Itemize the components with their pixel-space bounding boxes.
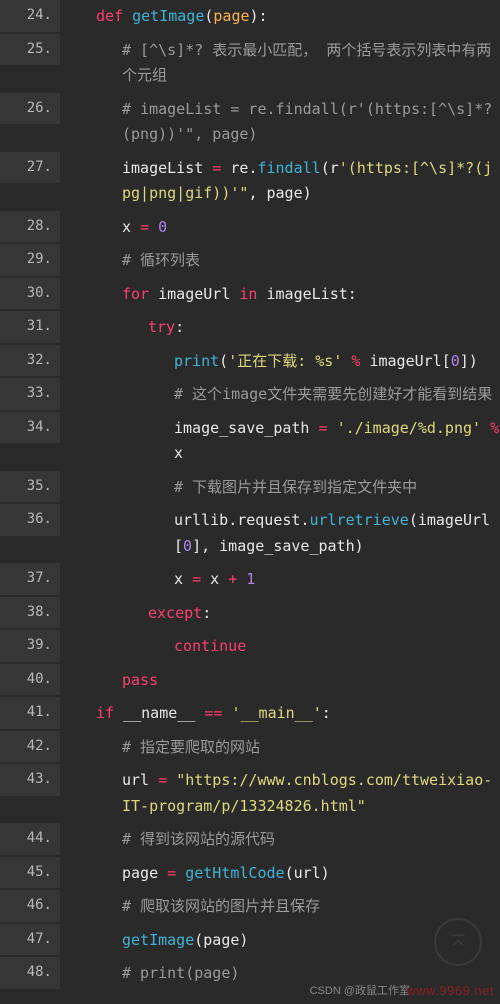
line-content: x = 0: [60, 211, 500, 245]
line-number: 38.: [0, 597, 60, 629]
line-content: # 下载图片并且保存到指定文件夹中: [60, 471, 500, 505]
line-number: 46.: [0, 890, 60, 922]
line-content: except:: [60, 597, 500, 631]
code-line: 44.# 得到该网站的源代码: [0, 823, 500, 857]
line-number: 29.: [0, 244, 60, 276]
code-line: 41.if __name__ == '__main__':: [0, 697, 500, 731]
code-line: 36.urllib.request.urlretrieve(imageUrl[0…: [0, 504, 500, 563]
line-content: page = getHtmlCode(url): [60, 857, 500, 891]
code-line: 46.# 爬取该网站的图片并且保存: [0, 890, 500, 924]
code-editor: 24.def getImage(page):25.# [^\s]*? 表示最小匹…: [0, 0, 500, 991]
code-line: 37.x = x + 1: [0, 563, 500, 597]
line-content: continue: [60, 630, 500, 664]
line-number: 33.: [0, 378, 60, 410]
line-number: 36.: [0, 504, 60, 536]
code-line: 47.getImage(page): [0, 924, 500, 958]
line-content: # [^\s]*? 表示最小匹配， 两个括号表示列表中有两个元组: [60, 34, 500, 93]
line-number: 24.: [0, 0, 60, 32]
line-content: # imageList = re.findall(r'(https:[^\s]*…: [60, 93, 500, 152]
code-line: 29.# 循环列表: [0, 244, 500, 278]
code-line: 28.x = 0: [0, 211, 500, 245]
line-number: 40.: [0, 664, 60, 696]
line-content: imageList = re.findall(r'(https:[^\s]*?(…: [60, 152, 500, 211]
line-content: url = "https://www.cnblogs.com/ttweixiao…: [60, 764, 500, 823]
code-line: 24.def getImage(page):: [0, 0, 500, 34]
code-line: 43.url = "https://www.cnblogs.com/ttweix…: [0, 764, 500, 823]
line-number: 44.: [0, 823, 60, 855]
code-line: 32.print('正在下载: %s' % imageUrl[0]): [0, 345, 500, 379]
line-number: 28.: [0, 211, 60, 243]
line-number: 41.: [0, 697, 60, 729]
line-content: try:: [60, 311, 500, 345]
line-number: 25.: [0, 34, 60, 66]
code-line: 27.imageList = re.findall(r'(https:[^\s]…: [0, 152, 500, 211]
code-line: 38.except:: [0, 597, 500, 631]
code-line: 26.# imageList = re.findall(r'(https:[^\…: [0, 93, 500, 152]
line-content: print('正在下载: %s' % imageUrl[0]): [60, 345, 500, 379]
code-line: 45.page = getHtmlCode(url): [0, 857, 500, 891]
line-number: 48.: [0, 957, 60, 989]
line-content: x = x + 1: [60, 563, 500, 597]
code-line: 34.image_save_path = './image/%d.png' % …: [0, 412, 500, 471]
watermark-site: www.9969.net: [406, 983, 494, 998]
line-number: 42.: [0, 731, 60, 763]
code-line: 31.try:: [0, 311, 500, 345]
scroll-top-button[interactable]: [434, 918, 482, 966]
line-number: 39.: [0, 630, 60, 662]
line-content: # 这个image文件夹需要先创建好才能看到结果: [60, 378, 500, 412]
line-content: def getImage(page):: [60, 0, 500, 34]
line-number: 37.: [0, 563, 60, 595]
code-line: 30.for imageUrl in imageList:: [0, 278, 500, 312]
line-number: 45.: [0, 857, 60, 889]
code-line: 40.pass: [0, 664, 500, 698]
line-content: urllib.request.urlretrieve(imageUrl[0], …: [60, 504, 500, 563]
line-content: image_save_path = './image/%d.png' % x: [60, 412, 500, 471]
line-number: 35.: [0, 471, 60, 503]
line-content: pass: [60, 664, 500, 698]
code-line: 39.continue: [0, 630, 500, 664]
line-number: 27.: [0, 152, 60, 184]
code-line: 35.# 下载图片并且保存到指定文件夹中: [0, 471, 500, 505]
line-number: 47.: [0, 924, 60, 956]
line-content: # 指定要爬取的网站: [60, 731, 500, 765]
code-line: 33.# 这个image文件夹需要先创建好才能看到结果: [0, 378, 500, 412]
line-number: 34.: [0, 412, 60, 444]
line-content: for imageUrl in imageList:: [60, 278, 500, 312]
line-content: # 爬取该网站的图片并且保存: [60, 890, 500, 924]
line-number: 30.: [0, 278, 60, 310]
line-number: 32.: [0, 345, 60, 377]
line-number: 43.: [0, 764, 60, 796]
watermark-csdn: CSDN @政鼠工作室: [310, 982, 410, 998]
code-line: 25.# [^\s]*? 表示最小匹配， 两个括号表示列表中有两个元组: [0, 34, 500, 93]
line-content: if __name__ == '__main__':: [60, 697, 500, 731]
line-number: 31.: [0, 311, 60, 343]
line-content: # 得到该网站的源代码: [60, 823, 500, 857]
code-line: 42.# 指定要爬取的网站: [0, 731, 500, 765]
line-content: # 循环列表: [60, 244, 500, 278]
line-number: 26.: [0, 93, 60, 125]
